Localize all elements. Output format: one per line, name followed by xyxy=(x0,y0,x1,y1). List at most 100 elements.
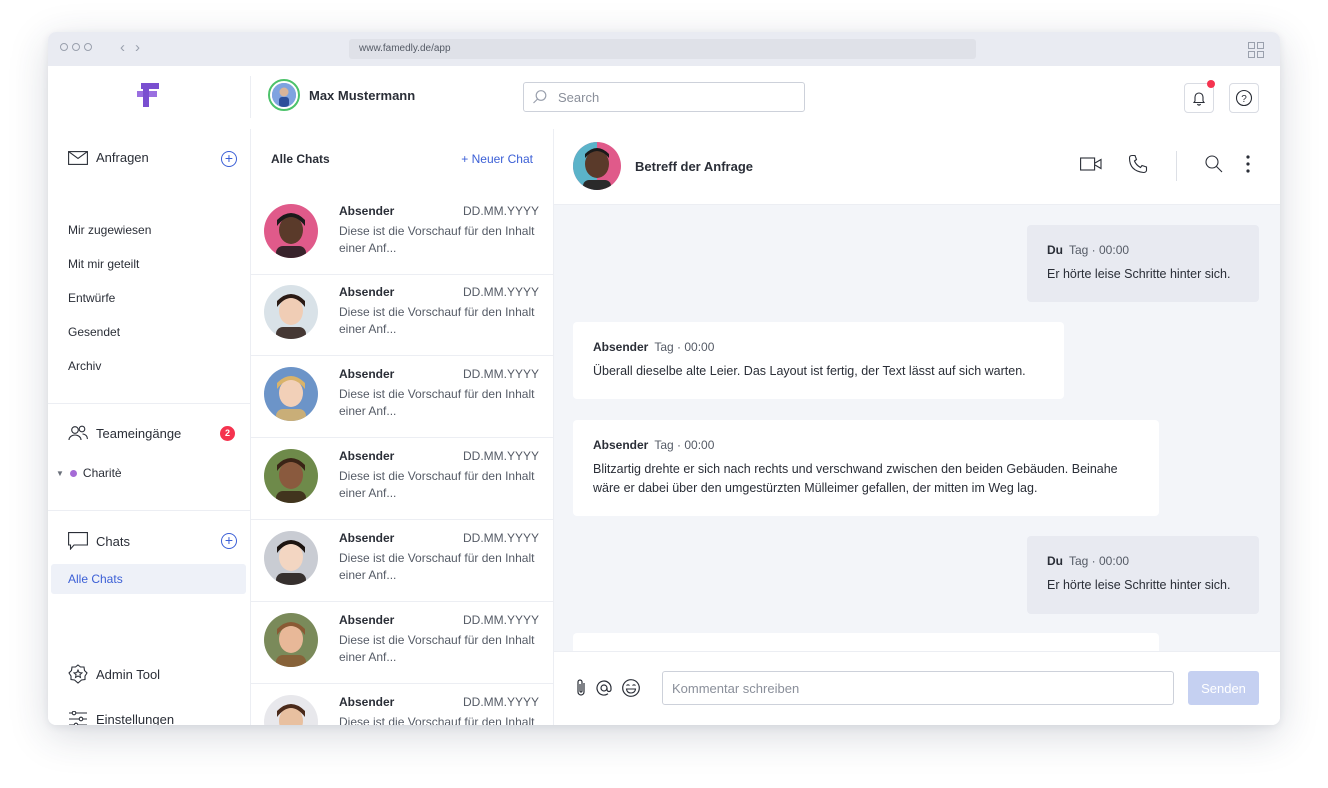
contact-avatar[interactable] xyxy=(264,449,318,503)
more-options-icon[interactable] xyxy=(1246,155,1250,173)
window-controls xyxy=(60,43,92,51)
contact-avatar[interactable] xyxy=(264,367,318,421)
bell-icon xyxy=(1191,90,1207,106)
attachment-icon[interactable] xyxy=(575,678,587,698)
send-button[interactable]: Senden xyxy=(1188,671,1259,705)
app: Max Mustermann ? xyxy=(48,66,1280,725)
minimize-window-dot[interactable] xyxy=(72,43,80,51)
users-icon xyxy=(68,425,88,441)
sidebar-einstellungen[interactable]: Einstellungen xyxy=(68,711,174,725)
chat-list-item[interactable]: Absender DD.MM.YYYY Diese ist die Vorschau… xyxy=(251,191,553,275)
chat-preview: Diese ist die Vorschauf für den Inhalt e… xyxy=(339,305,535,336)
forward-arrow-icon[interactable]: › xyxy=(135,39,140,56)
sidebar-anfragen-header[interactable]: Anfragen xyxy=(68,150,149,165)
mention-icon[interactable] xyxy=(595,679,613,697)
topbar-divider xyxy=(250,76,251,118)
maximize-window-dot[interactable] xyxy=(84,43,92,51)
add-anfrage-button[interactable]: + xyxy=(221,151,237,167)
top-bar: Max Mustermann ? xyxy=(48,66,1280,130)
chat-list-item[interactable]: Absender DD.MM.YYYY Diese ist die Vorschau… xyxy=(251,683,553,725)
search-input[interactable] xyxy=(556,88,790,106)
notifications-button[interactable] xyxy=(1184,80,1215,113)
chat-preview: Diese ist die Vorschauf für den Inhalt e… xyxy=(339,715,535,725)
notification-dot xyxy=(1207,80,1215,88)
comment-input[interactable] xyxy=(662,671,1174,705)
message-own: Du Tag · 00:00 Er hörte leise Schritte hi… xyxy=(1027,225,1259,302)
new-chat-button[interactable]: + Neuer Chat xyxy=(461,152,533,166)
chat-list-item[interactable]: Absender DD.MM.YYYY Diese ist die Vorschau… xyxy=(251,273,553,356)
conversation-panel: Betreff der Anfrage Du Tag · 00:00 Er hö… xyxy=(554,129,1280,725)
message-incoming-partial xyxy=(573,633,1159,651)
help-button[interactable]: ? xyxy=(1229,83,1259,113)
message-text: Überall dieselbe alte Leier. Das Layout … xyxy=(593,364,1026,378)
sidebar-item-mit-mir-geteilt[interactable]: Mit mir geteilt xyxy=(68,257,139,271)
sidebar-item-team-charite[interactable]: ▼ Charitè xyxy=(56,466,122,480)
add-chat-button[interactable]: + xyxy=(221,533,237,549)
team-label: Charitè xyxy=(82,466,122,480)
chat-date: DD.MM.YYYY xyxy=(462,367,539,381)
conversation-title: Betreff der Anfrage xyxy=(635,159,753,174)
contact-avatar[interactable] xyxy=(264,613,318,667)
message-text: Blitzartig drehte er sich nach rechts un… xyxy=(593,462,1118,495)
sidebar-divider xyxy=(48,403,250,404)
search-box[interactable] xyxy=(523,82,805,112)
chat-bubble-icon xyxy=(68,532,88,550)
emoji-icon[interactable] xyxy=(621,678,641,698)
contact-avatar[interactable] xyxy=(264,695,318,725)
help-icon: ? xyxy=(1235,89,1253,107)
chat-list-item[interactable]: Absender DD.MM.YYYY Diese ist die Vorschau… xyxy=(251,355,553,438)
sidebar-item-entwuerfe[interactable]: Entwürfe xyxy=(68,291,115,305)
close-window-dot[interactable] xyxy=(60,43,68,51)
sidebar-admin-tool[interactable]: Admin Tool xyxy=(68,664,160,684)
sidebar-teams-header[interactable]: Teameingänge xyxy=(68,425,181,441)
sidebar-item-archiv[interactable]: Archiv xyxy=(68,359,101,373)
settings-label: Einstellungen xyxy=(96,711,175,726)
chat-sender: Absender xyxy=(339,613,395,627)
famedly-logo-icon[interactable] xyxy=(137,83,159,107)
user-avatar[interactable] xyxy=(268,79,300,111)
chat-list-item[interactable]: Absender DD.MM.YYYY Diese ist die Vorschau… xyxy=(251,601,553,684)
sidebar-divider xyxy=(48,510,250,511)
conversation-header: Betreff der Anfrage xyxy=(554,129,1280,205)
message-time: Tag · 00:00 xyxy=(1069,554,1130,568)
chat-sender: Absender xyxy=(339,449,395,463)
message-time: Tag · 00:00 xyxy=(1069,243,1130,257)
chat-date: DD.MM.YYYY xyxy=(462,531,539,545)
message-author: Du xyxy=(1047,243,1063,257)
chat-preview: Diese ist die Vorschauf für den Inhalt e… xyxy=(339,469,535,500)
message-incoming: Absender Tag · 00:00 Blitzartig drehte er… xyxy=(573,420,1159,516)
chat-sender: Absender xyxy=(339,695,395,709)
caret-down-icon[interactable]: ▼ xyxy=(56,469,64,478)
chat-date: DD.MM.YYYY xyxy=(462,613,539,627)
user-name: Max Mustermann xyxy=(309,87,416,103)
address-bar[interactable]: www.famedly.de/app xyxy=(349,39,976,59)
sidebar-item-gesendet[interactable]: Gesendet xyxy=(68,325,120,339)
sidebar-item-alle-chats[interactable]: Alle Chats xyxy=(51,564,246,594)
chat-preview: Diese ist die Vorschauf für den Inhalt e… xyxy=(339,387,535,418)
sidebar-item-mir-zugewiesen[interactable]: Mir zugewiesen xyxy=(68,223,151,237)
contact-avatar[interactable] xyxy=(264,204,318,258)
conversation-avatar[interactable] xyxy=(573,142,621,190)
browser-toolbar: ‹ › www.famedly.de/app xyxy=(48,32,1280,66)
contact-avatar[interactable] xyxy=(264,531,318,585)
current-user[interactable]: Max Mustermann xyxy=(268,79,415,111)
tabs-grid-icon[interactable] xyxy=(1248,42,1264,58)
phone-icon[interactable] xyxy=(1128,154,1148,174)
chat-date: DD.MM.YYYY xyxy=(462,695,539,709)
chat-sender: Absender xyxy=(339,531,395,545)
back-arrow-icon[interactable]: ‹ xyxy=(120,39,125,56)
anfragen-label: Anfragen xyxy=(96,150,149,165)
search-icon[interactable] xyxy=(1204,154,1224,174)
chat-list-title: Alle Chats xyxy=(271,152,330,166)
admin-badge-icon xyxy=(68,664,88,684)
mail-icon xyxy=(68,150,88,165)
chats-label: Chats xyxy=(96,533,130,549)
video-call-icon[interactable] xyxy=(1080,156,1102,172)
sidebar-chats-header[interactable]: Chats xyxy=(68,532,130,550)
chat-list-item[interactable]: Absender DD.MM.YYYY Diese ist die Vorschau… xyxy=(251,437,553,520)
contact-avatar[interactable] xyxy=(264,285,318,339)
chat-sender: Absender xyxy=(339,204,395,218)
chat-list-item[interactable]: Absender DD.MM.YYYY Diese ist die Vorschau… xyxy=(251,519,553,602)
chat-sender: Absender xyxy=(339,367,395,381)
chat-sender: Absender xyxy=(339,285,395,299)
